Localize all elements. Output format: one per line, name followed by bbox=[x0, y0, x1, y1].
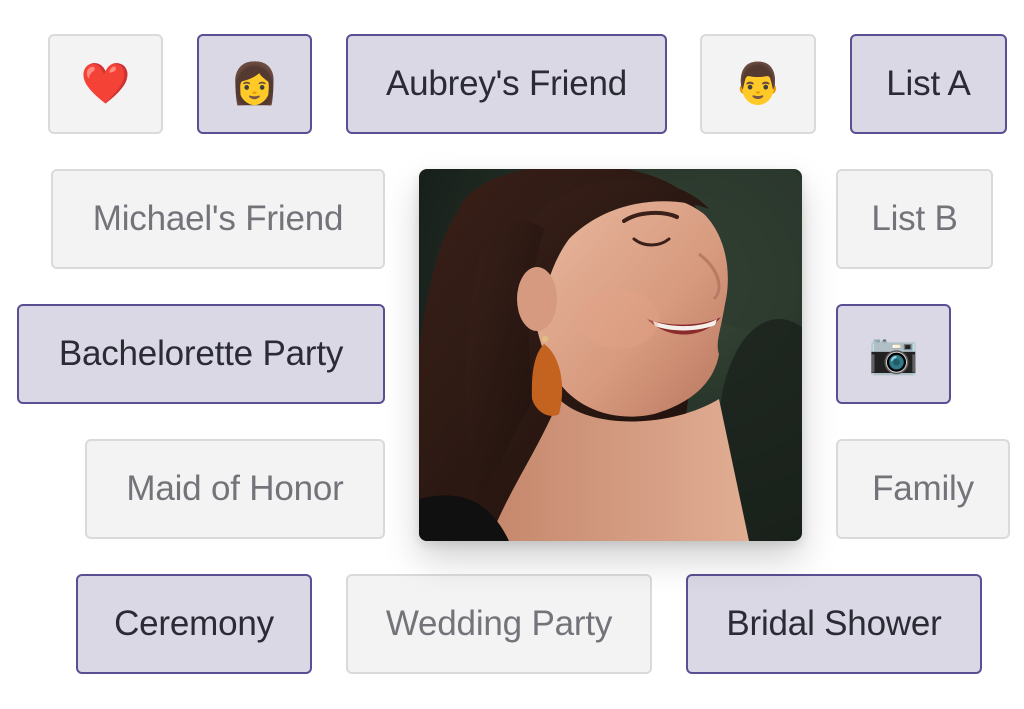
tag-label: Family bbox=[872, 469, 974, 508]
man-icon: 👨 bbox=[733, 62, 783, 106]
tag-label: Michael's Friend bbox=[92, 199, 344, 238]
guest-photo bbox=[419, 169, 802, 541]
heart-icon: ❤️ bbox=[80, 62, 131, 106]
woman-icon: 👩 bbox=[229, 62, 280, 106]
tag-michaels-friend[interactable]: Michael's Friend bbox=[51, 169, 385, 269]
tag-ceremony[interactable]: Ceremony bbox=[76, 574, 312, 674]
tag-man[interactable]: 👨 bbox=[700, 34, 816, 134]
tag-list-a[interactable]: List A bbox=[850, 34, 1007, 134]
tag-bridal-shower[interactable]: Bridal Shower bbox=[686, 574, 982, 674]
tag-label: Ceremony bbox=[114, 604, 274, 643]
tag-list-b[interactable]: List B bbox=[836, 169, 993, 269]
tag-label: Bridal Shower bbox=[726, 604, 942, 643]
tag-bachelorette-party[interactable]: Bachelorette Party bbox=[17, 304, 385, 404]
tag-wedding-party[interactable]: Wedding Party bbox=[346, 574, 652, 674]
tag-heart[interactable]: ❤️ bbox=[48, 34, 163, 134]
tag-label: Bachelorette Party bbox=[58, 334, 344, 373]
tag-label: List A bbox=[886, 64, 971, 103]
camera-icon: 📷 bbox=[868, 332, 919, 376]
portrait-image bbox=[419, 169, 802, 541]
tag-label: List B bbox=[871, 199, 958, 238]
tag-family[interactable]: Family bbox=[836, 439, 1010, 539]
tag-woman[interactable]: 👩 bbox=[197, 34, 312, 134]
tag-label: Maid of Honor bbox=[126, 469, 344, 508]
tag-label: Aubrey's Friend bbox=[385, 64, 627, 103]
tag-label: Wedding Party bbox=[385, 604, 613, 643]
tag-camera[interactable]: 📷 bbox=[836, 304, 951, 404]
tag-maid-of-honor[interactable]: Maid of Honor bbox=[85, 439, 385, 539]
tag-aubreys-friend[interactable]: Aubrey's Friend bbox=[346, 34, 667, 134]
